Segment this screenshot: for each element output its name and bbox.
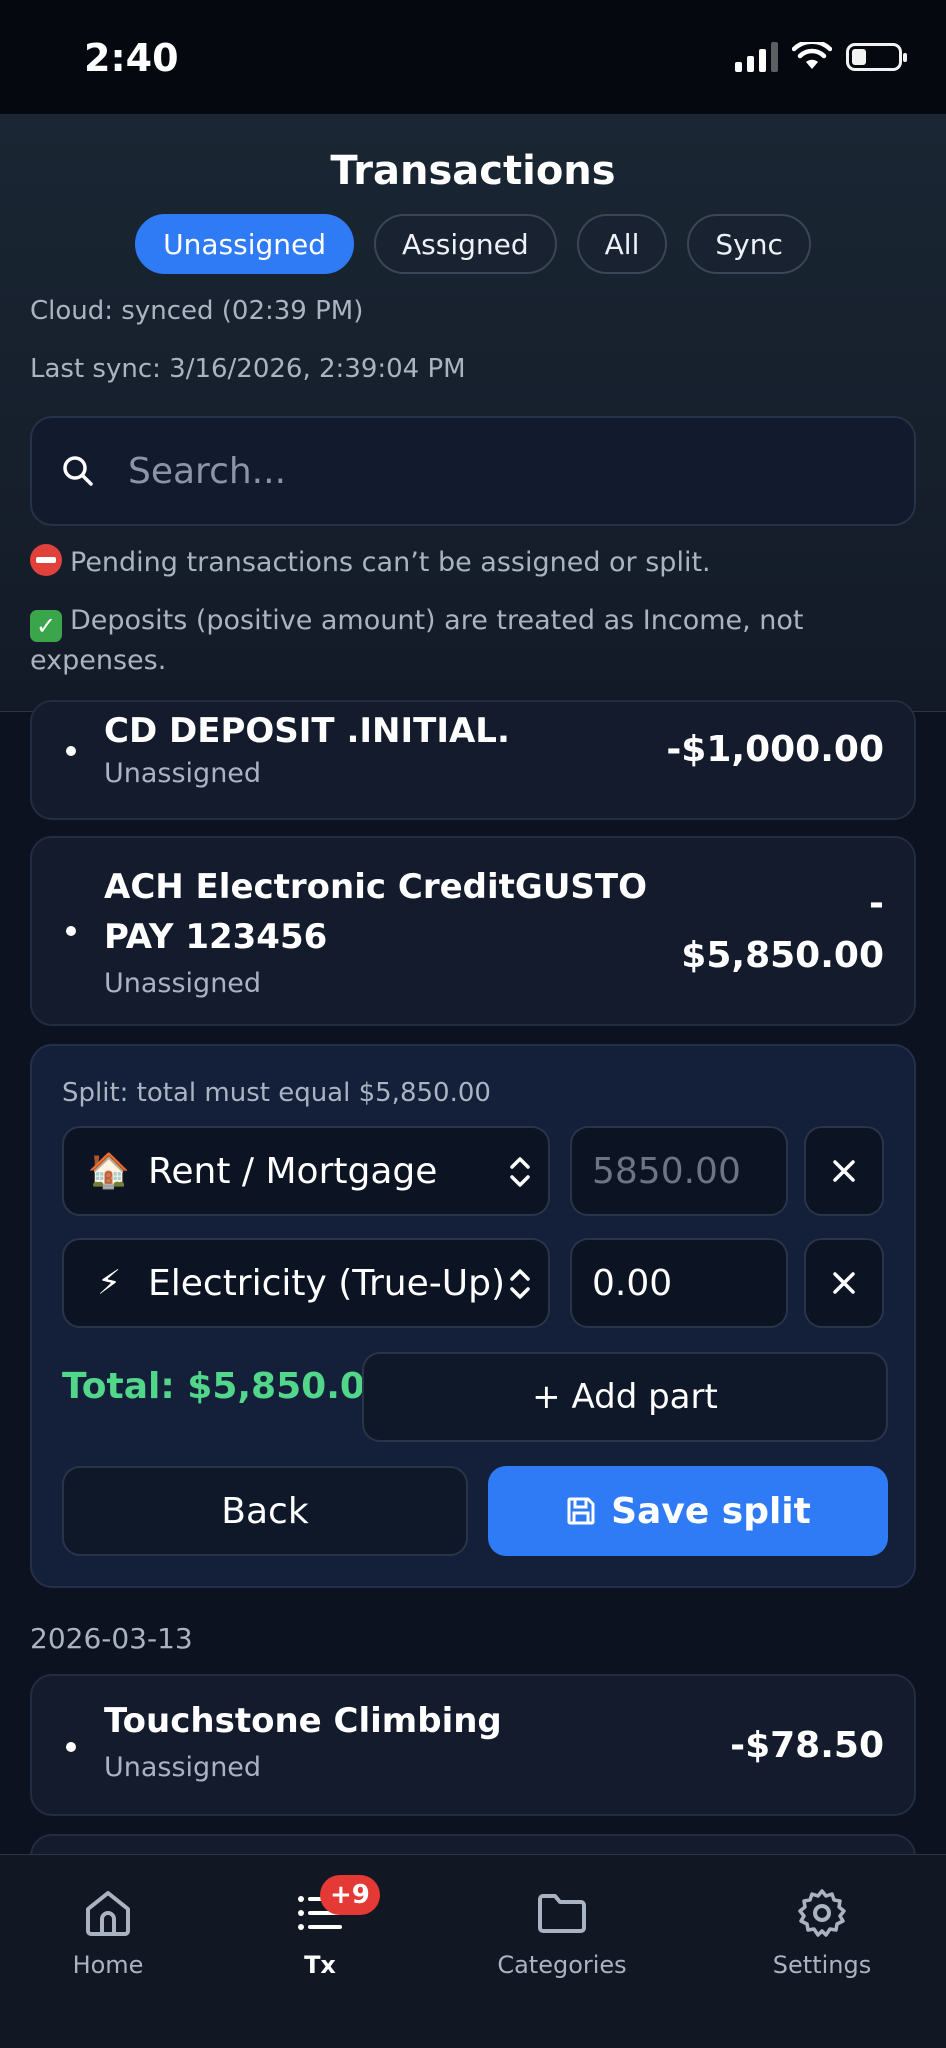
chevron-updown-icon	[506, 1152, 534, 1192]
tab-unassigned[interactable]: Unassigned	[135, 214, 355, 274]
close-icon	[833, 1272, 855, 1294]
search-icon	[63, 456, 93, 486]
nav-home[interactable]: Home	[8, 1885, 208, 1979]
save-icon	[567, 1497, 595, 1525]
transaction-amount-line2: $5,850.00	[681, 935, 884, 976]
split-editor: Split: total must equal $5,850.00 🏠 Rent…	[30, 1044, 916, 1588]
search-input[interactable]	[128, 450, 888, 492]
nav-tx-label: Tx	[304, 1951, 336, 1979]
category-select-value: Electricity (True-Up)	[148, 1262, 506, 1304]
transaction-row[interactable]: ACH Electronic CreditGUSTO PAY 123456 Un…	[30, 836, 916, 1026]
filter-tabs: Unassigned Assigned All Sync	[0, 214, 946, 274]
page-title: Transactions	[330, 148, 616, 194]
home-icon	[86, 1891, 130, 1936]
chevron-updown-icon	[506, 1264, 534, 1304]
save-split-button[interactable]: Save split	[488, 1466, 888, 1556]
last-sync: Last sync: 3/16/2026, 2:39:04 PM	[30, 354, 466, 384]
pending-notice: Pending transactions can’t be assigned o…	[30, 544, 910, 582]
bullet	[66, 1742, 76, 1752]
check-mark-icon: ✓	[30, 610, 62, 642]
tab-sync[interactable]: Sync	[687, 214, 811, 274]
deposits-notice-text: Deposits (positive amount) are treated a…	[30, 605, 804, 676]
tab-assigned[interactable]: Assigned	[374, 214, 557, 274]
transaction-amount: -$1,000.00	[666, 729, 884, 770]
wifi-icon	[792, 42, 832, 69]
cloud-status: Cloud: synced (02:39 PM)	[30, 296, 364, 326]
date-group-header: 2026-03-13	[30, 1622, 193, 1655]
lightning-icon: ⚡	[97, 1263, 121, 1303]
split-total: Total: $5,850.00	[62, 1366, 390, 1407]
add-part-button[interactable]: + Add part	[362, 1352, 888, 1442]
bullet	[66, 746, 76, 756]
save-split-label: Save split	[611, 1490, 811, 1532]
split-hint: Split: total must equal $5,850.00	[62, 1078, 491, 1108]
transaction-status: Unassigned	[104, 758, 262, 789]
deposits-notice: ✓ Deposits (positive amount) are treated …	[30, 602, 910, 680]
gear-icon	[798, 1889, 846, 1937]
no-entry-icon	[30, 544, 62, 576]
category-select[interactable]: ⚡ Electricity (True-Up)	[62, 1238, 550, 1328]
transaction-name: CD DEPOSIT .INITIAL.	[104, 711, 510, 751]
remove-part-button[interactable]	[804, 1238, 884, 1328]
signal-icon	[735, 42, 778, 72]
category-select-value: Rent / Mortgage	[148, 1150, 438, 1192]
nav-settings-label: Settings	[772, 1951, 872, 1979]
remove-part-button[interactable]	[804, 1126, 884, 1216]
tx-badge: +9	[320, 1875, 380, 1915]
transaction-name-line1: ACH Electronic CreditGUSTO	[104, 867, 648, 907]
status-icons	[735, 42, 907, 72]
bottom-nav: Home +9 Tx Categories Settings	[0, 1854, 946, 2048]
transaction-name: Touchstone Climbing	[104, 1701, 502, 1741]
split-amount-input[interactable]	[570, 1238, 788, 1328]
tab-all[interactable]: All	[576, 214, 668, 274]
folder-icon	[538, 1894, 586, 1933]
transaction-status: Unassigned	[104, 1752, 262, 1783]
transaction-name-line2: PAY 123456	[104, 917, 328, 957]
nav-tx[interactable]: +9 Tx	[220, 1875, 420, 1979]
transaction-amount: -$78.50	[730, 1725, 884, 1766]
status-bar: 2:40	[0, 0, 946, 114]
category-select[interactable]: 🏠 Rent / Mortgage	[62, 1126, 550, 1216]
pending-notice-text: Pending transactions can’t be assigned o…	[70, 547, 711, 578]
status-time: 2:40	[84, 36, 179, 80]
back-button[interactable]: Back	[62, 1466, 468, 1556]
bullet	[66, 926, 76, 936]
house-icon: 🏠	[87, 1151, 131, 1191]
nav-categories[interactable]: Categories	[462, 1885, 662, 1979]
transaction-amount-line1: -	[869, 883, 884, 924]
search-box[interactable]	[30, 416, 916, 526]
nav-settings[interactable]: Settings	[722, 1885, 922, 1979]
nav-categories-label: Categories	[497, 1951, 627, 1979]
header: Transactions Unassigned Assigned All Syn…	[0, 114, 946, 712]
split-amount-input[interactable]	[570, 1126, 788, 1216]
transaction-row[interactable]: Touchstone Climbing Unassigned -$78.50	[30, 1674, 916, 1816]
transaction-status: Unassigned	[104, 968, 262, 999]
transaction-row[interactable]: CD DEPOSIT .INITIAL. Unassigned -$1,000.…	[30, 700, 916, 820]
nav-home-label: Home	[72, 1951, 144, 1979]
close-icon	[833, 1160, 855, 1182]
battery-icon	[846, 43, 907, 71]
